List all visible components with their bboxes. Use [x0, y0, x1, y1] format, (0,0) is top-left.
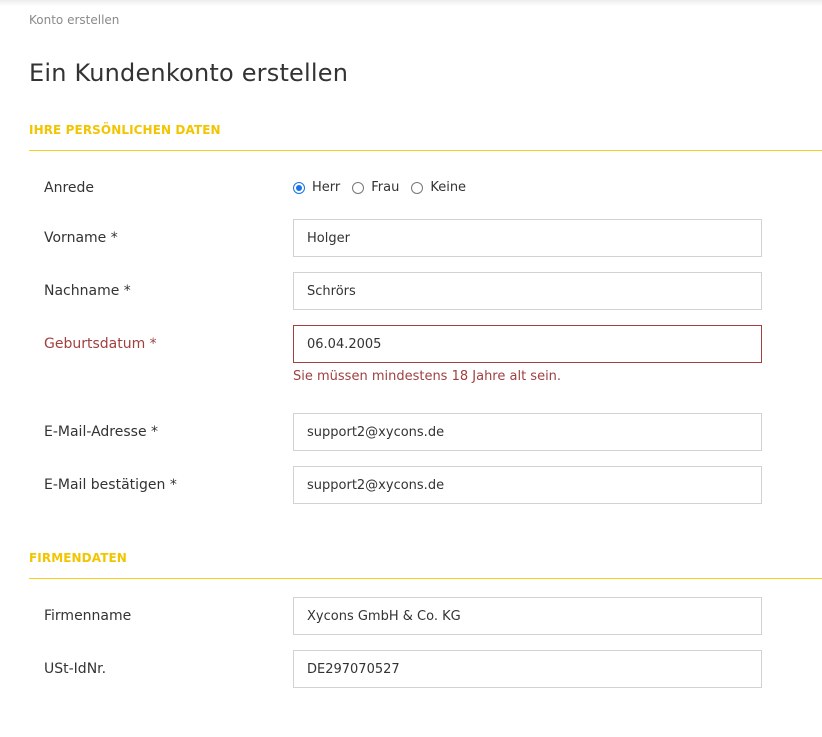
email-label: E-Mail-Adresse * — [44, 424, 159, 440]
salutation-label: Anrede — [44, 180, 95, 196]
radio-unchecked-icon[interactable] — [411, 181, 424, 194]
vat-id-label: USt-IdNr. — [44, 661, 107, 677]
salutation-option-keine[interactable]: Keine — [411, 180, 466, 195]
section-divider-company — [29, 578, 822, 579]
section-title-personal: IHRE PERSÖNLICHEN DATEN — [29, 123, 221, 137]
lastname-label: Nachname * — [44, 283, 131, 299]
company-name-label: Firmenname — [44, 608, 132, 624]
email-input[interactable] — [293, 413, 762, 451]
radio-checked-icon[interactable] — [293, 181, 305, 194]
breadcrumb[interactable]: Konto erstellen — [29, 13, 119, 27]
section-divider-personal — [29, 150, 822, 151]
company-name-input[interactable] — [293, 597, 762, 635]
birthdate-label: Geburtsdatum * — [44, 336, 157, 352]
salutation-option-frau[interactable]: Frau — [352, 180, 399, 195]
registration-page: Konto erstellen Ein Kundenkonto erstelle… — [0, 0, 822, 737]
radio-unchecked-icon[interactable] — [352, 181, 365, 194]
page-title: Ein Kundenkonto erstellen — [29, 59, 349, 87]
firstname-input[interactable] — [293, 219, 762, 257]
header-shadow — [0, 0, 822, 6]
birthdate-input[interactable] — [293, 325, 762, 363]
salutation-option-herr[interactable]: Herr — [293, 180, 340, 195]
salutation-option-label: Keine — [430, 180, 467, 195]
section-title-company: FIRMENDATEN — [29, 551, 127, 565]
firstname-label: Vorname * — [44, 230, 118, 246]
birthdate-error-message: Sie müssen mindestens 18 Jahre alt sein. — [293, 369, 562, 384]
salutation-radio-group: Herr Frau Keine — [293, 180, 478, 195]
salutation-option-label: Frau — [371, 180, 400, 195]
email-confirm-label: E-Mail bestätigen * — [44, 477, 177, 493]
email-confirm-input[interactable] — [293, 466, 762, 504]
salutation-option-label: Herr — [312, 180, 341, 195]
lastname-input[interactable] — [293, 272, 762, 310]
vat-id-input[interactable] — [293, 650, 762, 688]
